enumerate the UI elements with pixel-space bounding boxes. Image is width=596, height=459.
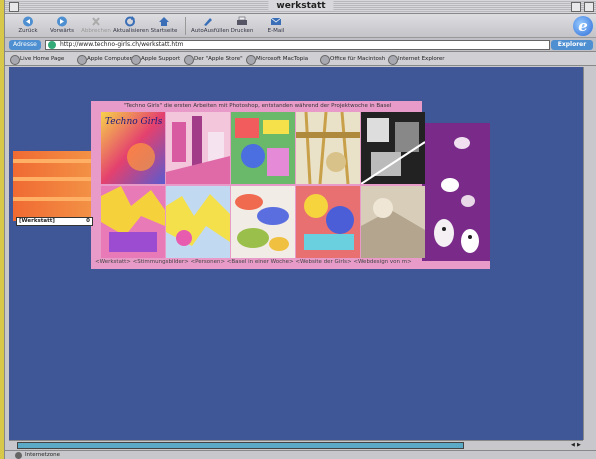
home-button[interactable]: Startseite (147, 16, 181, 37)
ie-logo-icon: e (573, 16, 593, 36)
address-url: http://www.techno-girls.ch/werkstatt.htm (60, 41, 184, 48)
home-label: Startseite (150, 28, 178, 34)
address-label: Adresse (9, 40, 41, 50)
toolbar-separator (185, 17, 186, 35)
page-globe-icon (48, 41, 56, 49)
printer-icon (237, 16, 247, 25)
favorite-link[interactable]: Microsoft MacTopia (245, 54, 308, 65)
artwork-image: Techno Girls (101, 112, 165, 184)
forward-arrow-icon (57, 16, 67, 27)
close-box[interactable] (9, 2, 19, 12)
artwork-image (166, 186, 230, 258)
status-text: Internetzone (25, 452, 60, 458)
artwork-image (296, 112, 360, 184)
artwork-tile[interactable] (166, 112, 230, 184)
scroll-right-arrow-icon[interactable]: ▶ (577, 442, 583, 449)
home-icon (159, 17, 169, 26)
artwork-image (296, 186, 360, 258)
horizontal-scrollbar[interactable]: ◀ ▶ (9, 440, 583, 450)
favorite-link[interactable]: Live Home Page (9, 54, 64, 65)
artwork-image (231, 112, 295, 184)
address-bar: Adresse http://www.techno-girls.ch/werks… (5, 38, 596, 52)
favorite-link[interactable]: Der "Apple Store" (183, 54, 243, 65)
autofill-button[interactable]: AutoAusfüllen (191, 16, 230, 37)
stop-button[interactable]: Abbrechen (79, 16, 113, 37)
zone-icon (15, 452, 22, 459)
artwork-tile[interactable] (166, 186, 230, 258)
artwork-tile[interactable] (231, 186, 295, 258)
artwork-image (231, 186, 295, 258)
address-field[interactable]: http://www.techno-girls.ch/werkstatt.htm (45, 40, 550, 50)
werkstatt-field[interactable]: [Werkstatt] 0 (16, 217, 93, 226)
print-label: Drucken (230, 28, 254, 34)
autofill-label: AutoAusfüllen (191, 28, 230, 34)
artwork-image (166, 112, 230, 184)
artwork-image (361, 112, 425, 184)
stop-x-icon (92, 17, 100, 26)
title-bar[interactable]: werkstatt (5, 0, 596, 14)
refresh-button[interactable]: Aktualisieren (113, 16, 149, 37)
page-caption: "Techno Girls" die ersten Arbeiten mit P… (123, 103, 392, 109)
back-label: Zurück (18, 28, 38, 34)
toolbar: Zurück Vorwärts Abbrechen Aktualisieren … (5, 14, 596, 38)
vertical-scrollbar[interactable] (583, 67, 596, 440)
email-label: E-Mail (267, 28, 285, 34)
favorites-bar: Live Home Page Apple Computer Apple Supp… (5, 52, 596, 66)
zoom-box[interactable] (571, 2, 581, 12)
forward-label: Vorwärts (49, 28, 75, 34)
page-content: "Techno Girls" die ersten Arbeiten mit P… (9, 67, 583, 440)
favorite-link[interactable]: Office für Macintosh (319, 54, 385, 65)
refresh-label: Aktualisieren (113, 28, 149, 34)
collapse-box[interactable] (584, 2, 594, 12)
artwork-tile[interactable] (101, 186, 165, 258)
refresh-icon (125, 16, 135, 27)
techno-girls-logo-text: Techno Girls (105, 117, 163, 127)
artwork-tile[interactable]: Techno Girls (101, 112, 165, 184)
artwork-image (361, 186, 425, 258)
mail-icon (270, 17, 282, 25)
window-title: werkstatt (268, 1, 334, 11)
browser-window: werkstatt Zurück Vorwärts Abbrechen Aktu… (4, 0, 596, 459)
explorer-button[interactable]: Explorer (551, 40, 593, 50)
status-bar: Internetzone (5, 450, 596, 459)
werkstatt-label: [Werkstatt] (19, 218, 55, 224)
werkstatt-number: 0 (86, 218, 90, 224)
artwork-tile[interactable] (231, 112, 295, 184)
artwork-tile[interactable] (296, 112, 360, 184)
scroll-thumb[interactable] (17, 442, 464, 449)
artwork-tile[interactable] (296, 186, 360, 258)
artwork-grid: Techno Girls (101, 112, 426, 258)
autofill-pen-icon (204, 18, 212, 26)
artwork-tile[interactable] (361, 112, 425, 184)
email-button[interactable]: E-Mail (259, 16, 293, 37)
purple-artwork-image (434, 137, 479, 253)
favorite-link[interactable]: Apple Support (130, 54, 180, 65)
page-nav-links[interactable]: <Werkstatt> <Stimmungsbilder> <Personen>… (95, 259, 485, 265)
back-button[interactable]: Zurück (11, 16, 45, 37)
stop-label: Abbrechen (81, 28, 111, 34)
favorite-link[interactable]: Apple Computer (76, 54, 132, 65)
print-button[interactable]: Drucken (225, 16, 259, 37)
artwork-tile[interactable] (361, 186, 425, 258)
favorite-link[interactable]: Internet Explorer (387, 54, 445, 65)
purple-artwork-panel[interactable] (422, 123, 490, 267)
artwork-image (101, 186, 165, 258)
forward-button[interactable]: Vorwärts (45, 16, 79, 37)
back-arrow-icon (23, 16, 33, 27)
